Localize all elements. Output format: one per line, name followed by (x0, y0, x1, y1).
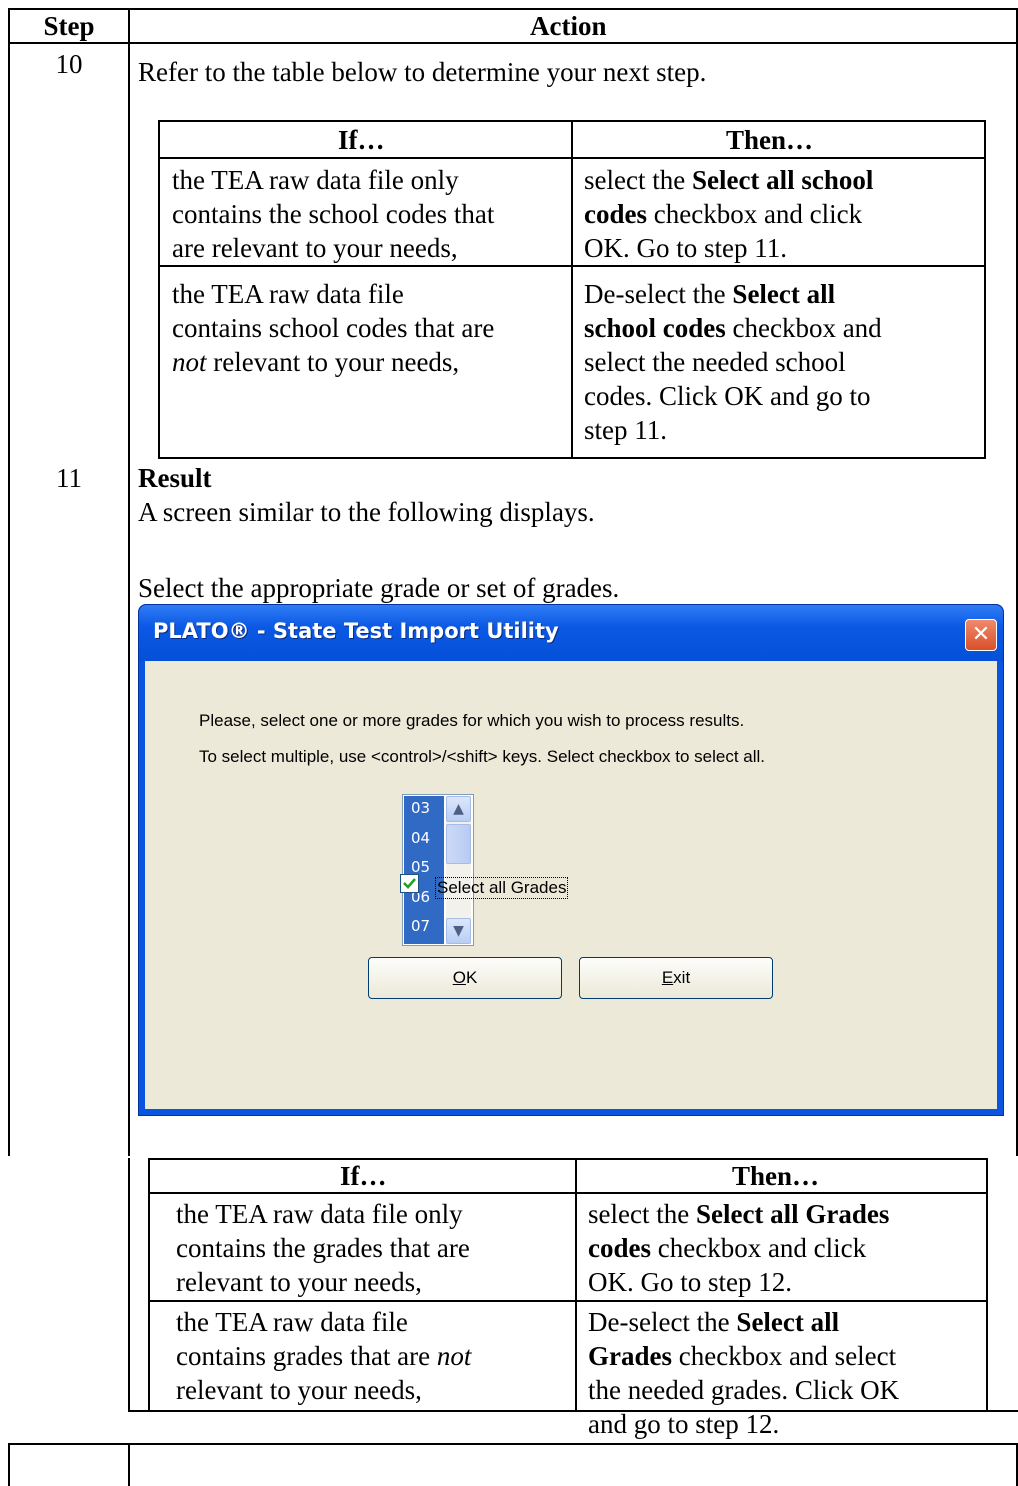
dialog-instruction-line1: Please, select one or more grades for wh… (199, 711, 745, 730)
t1-r2-then-l1: De-select the Select all (584, 279, 836, 309)
t2-outer-left (128, 1158, 130, 1412)
select-all-grades-label[interactable]: Select all Grades (435, 877, 569, 899)
t1-if-header: If… (338, 125, 385, 155)
step-10-intro: Refer to the table below to determine yo… (138, 57, 707, 87)
outer-left-border (8, 8, 10, 1156)
next-row-top (8, 1443, 1018, 1445)
t1-r1-if-l3: are relevant to your needs, (172, 233, 458, 263)
close-icon[interactable]: ✕ (965, 619, 997, 651)
t2-left (148, 1158, 150, 1412)
t2-r2-then-l1: De-select the Select all (588, 1307, 840, 1337)
t1-r1-if-l2: contains the school codes that (172, 199, 495, 229)
t1-r2-then-l2: school codes checkbox and (584, 313, 882, 343)
select-all-grades-checkbox[interactable] (400, 874, 419, 893)
ok-button[interactable]: OK (368, 957, 562, 999)
t2-right (986, 1158, 988, 1412)
t1-r2-then-l3: select the needed school (584, 347, 846, 377)
next-row-left (8, 1443, 10, 1486)
t1-r1-if-l1: the TEA raw data file only (172, 165, 459, 195)
t1-r2-if-l2: contains school codes that are (172, 313, 495, 343)
t2-mid (575, 1158, 577, 1412)
grade-item[interactable]: 03 (411, 799, 430, 817)
t1-r1-then-l3: OK. Go to step 11. (584, 233, 787, 263)
step-10-number: 10 (55, 49, 83, 79)
t1-r2-then-l5: step 11. (584, 415, 667, 445)
t2-r1-then-l1: select the Select all Grades (588, 1199, 890, 1229)
exit-button[interactable]: Exit (579, 957, 773, 999)
t1-r1-then-l2: codes checkbox and click (584, 199, 863, 229)
t2-r2-if-l2: contains grades that are not (176, 1341, 472, 1371)
result-text: A screen similar to the following displa… (138, 497, 595, 527)
t2-if-header: If… (340, 1161, 387, 1191)
t2-r1-then-l2: codes checkbox and click (588, 1233, 867, 1263)
result-label: Result (138, 463, 212, 493)
next-row-mid (128, 1443, 130, 1486)
t2-r2-then-l3: the needed grades. Click OK (588, 1375, 900, 1405)
dialog-title-bar: PLATO® - State Test Import Utility ✕ (139, 605, 1003, 661)
outer-top-border (8, 8, 1018, 10)
t1-mid (571, 120, 573, 459)
step-header: Step (43, 11, 95, 41)
t1-left (158, 120, 160, 459)
action-header: Action (530, 11, 607, 41)
t1-r2-if-l1: the TEA raw data file (172, 279, 404, 309)
t2-r2-if-l1: the TEA raw data file (176, 1307, 408, 1337)
scroll-down-icon[interactable]: ▼ (446, 918, 471, 944)
dialog-instruction-line2: To select multiple, use <control>/<shift… (199, 747, 766, 766)
t2-r1-if-l2: contains the grades that are (176, 1233, 470, 1263)
t2-then-header: Then… (732, 1161, 820, 1191)
t2-bottom (130, 1410, 1018, 1412)
dialog-body: Please, select one or more grades for wh… (145, 661, 997, 1109)
t2-r1-if-l3: relevant to your needs, (176, 1267, 422, 1297)
t1-r1-then-l1: select the Select all school (584, 165, 874, 195)
t2-r2-if-l3: relevant to your needs, (176, 1375, 422, 1405)
t2-top (148, 1158, 988, 1160)
header-bottom-border (8, 42, 1018, 44)
state-test-import-dialog: PLATO® - State Test Import Utility ✕ Ple… (138, 604, 1004, 1116)
instruction-text: Select the appropriate grade or set of g… (138, 573, 620, 603)
t1-right (984, 120, 986, 459)
t2-r2-then-l2: Grades checkbox and select (588, 1341, 897, 1371)
t1-then-header: Then… (726, 125, 814, 155)
grades-listbox[interactable]: 03 04 05 06 07 ▲ ▼ (402, 794, 474, 946)
t2-r1-if-l1: the TEA raw data file only (176, 1199, 463, 1229)
grade-item[interactable]: 07 (411, 917, 430, 935)
scroll-thumb[interactable] (446, 824, 471, 864)
step-column-divider (128, 8, 130, 1156)
dialog-title: PLATO® - State Test Import Utility (153, 619, 559, 643)
t2-r2-then-l4: and go to step 12. (588, 1409, 780, 1439)
t1-r2-then-l4: codes. Click OK and go to (584, 381, 871, 411)
t2-r1-then-l3: OK. Go to step 12. (588, 1267, 792, 1297)
step-11-number: 11 (56, 463, 82, 493)
grade-item[interactable]: 04 (411, 829, 430, 847)
scroll-up-icon[interactable]: ▲ (446, 796, 471, 822)
grades-scrollbar[interactable]: ▲ ▼ (446, 796, 471, 944)
checkmark-icon (403, 878, 416, 889)
t2-header-bottom (148, 1192, 988, 1194)
t2-row1-bottom (148, 1300, 988, 1302)
t1-r2-if-l3: not relevant to your needs, (172, 347, 460, 377)
